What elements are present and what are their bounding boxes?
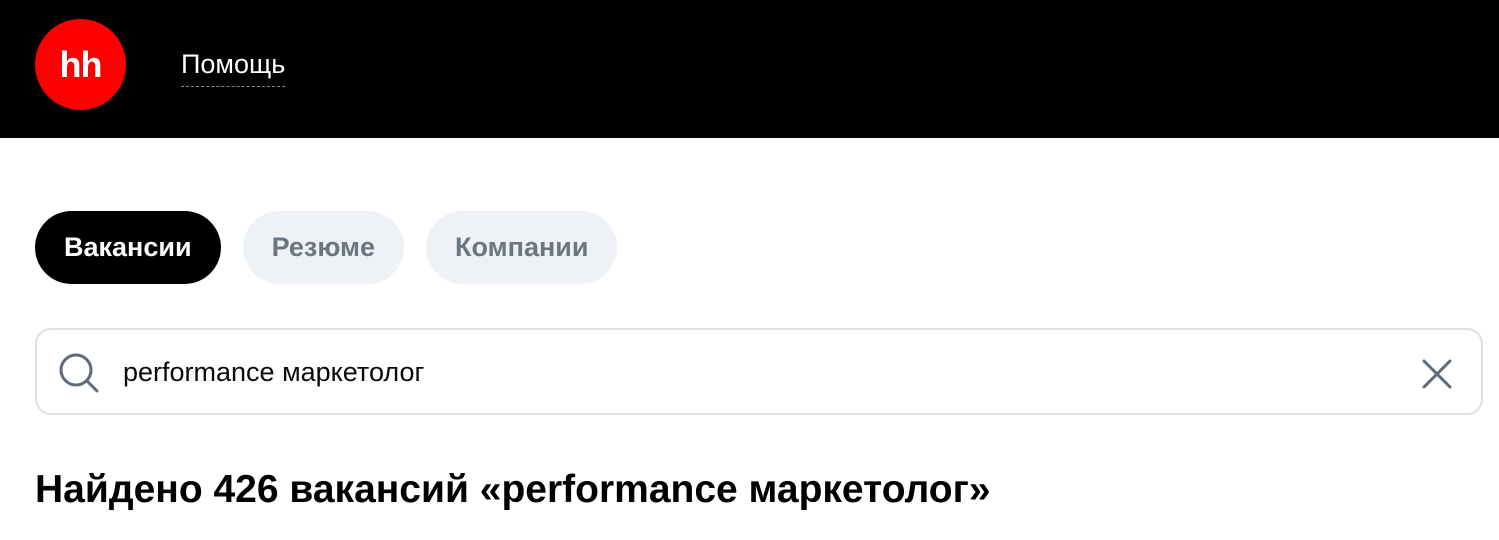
search-input[interactable] xyxy=(123,344,1383,400)
site-header: hh Помощь xyxy=(0,0,1499,138)
hh-logo[interactable]: hh xyxy=(35,19,126,110)
search-icon xyxy=(59,353,99,393)
tab-companies[interactable]: Компании xyxy=(426,211,618,284)
search-box xyxy=(35,328,1483,415)
tab-resumes[interactable]: Резюме xyxy=(242,211,405,284)
results-title: Найдено 426 вакансий «performance маркет… xyxy=(35,468,991,511)
tab-vacancies[interactable]: Вакансии xyxy=(35,211,221,284)
help-link[interactable]: Помощь xyxy=(181,46,286,87)
search-type-tabs: Вакансии Резюме Компании xyxy=(35,211,618,284)
close-icon[interactable] xyxy=(1421,358,1453,390)
